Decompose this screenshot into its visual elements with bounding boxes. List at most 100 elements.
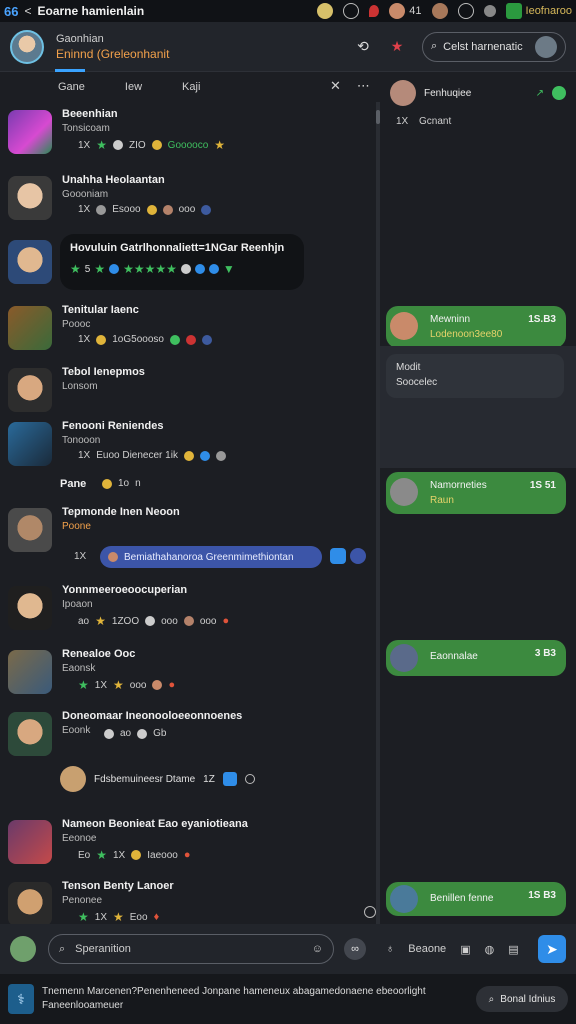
meta-text: ao	[120, 728, 132, 739]
list-item[interactable]: Nameon Beonieat Eao eyaniotieana Eeonoe …	[8, 816, 368, 880]
avatar[interactable]	[10, 936, 36, 962]
avatar[interactable]	[390, 80, 416, 106]
item-meta: 1X ★ ZIO Gooooco ★	[78, 138, 225, 152]
sub-text: Gcnant	[419, 116, 452, 127]
bubble-sub: Lodenoon3ee80	[430, 329, 503, 340]
message-bubble[interactable]: Namorneties 1S 51 Raun	[386, 472, 566, 514]
heart-icon: ♦	[153, 911, 160, 923]
list-item[interactable]: Pane 1o n	[8, 476, 368, 496]
item-name: Renealoe Ooc	[62, 648, 136, 660]
more-icon[interactable]: ⋯	[357, 78, 370, 94]
refresh-icon[interactable]: ⟲	[352, 36, 374, 58]
scroll-indicator[interactable]	[364, 906, 376, 918]
share-icon[interactable]	[330, 548, 346, 564]
badge-icon	[109, 264, 120, 274]
avatar-icon	[108, 552, 118, 562]
badge-icon	[180, 264, 191, 274]
gamepad-icon[interactable]: ◍	[485, 943, 495, 956]
message-bubble[interactable]: Eaonnalae 3 B3	[386, 640, 566, 676]
badge-icon	[145, 616, 156, 626]
item-meta: ★ 1X ★ Eoo ♦	[78, 910, 159, 924]
star-icon: ★	[78, 910, 89, 924]
close-icon[interactable]: ✕	[330, 78, 341, 94]
item-meta: 1o n	[102, 478, 141, 489]
settings-icon[interactable]	[483, 5, 496, 17]
avatar	[390, 644, 418, 672]
reply-card[interactable]: Modit Soocelec	[386, 354, 564, 398]
tab-gane[interactable]: Gane	[55, 69, 85, 93]
send-icon[interactable]	[350, 548, 366, 564]
avatar	[8, 306, 52, 350]
send-button[interactable]: ➤	[538, 935, 566, 963]
list-item[interactable]: Unahha Heolaantan Goooniam 1X Esooo ooo	[8, 172, 368, 236]
meta-text: Eoo	[129, 911, 148, 923]
notification-button[interactable]: ⌕ Bonal Idnius	[476, 986, 568, 1012]
item-meta: 1X Esooo ooo	[78, 204, 212, 215]
meta-text: Eo	[78, 849, 91, 861]
list-item[interactable]: Tenson Benty Lanoer Penonee ★ 1X ★ Eoo ♦	[8, 878, 368, 924]
list-item[interactable]: Doneomaar Ineonooloeeonnoenes Eoonk ao G…	[8, 708, 368, 772]
message-input[interactable]: ⌕ Speranition ☺	[48, 934, 334, 964]
message-bubble[interactable]: Benillen fenne 1S B3	[386, 882, 566, 916]
search-input[interactable]: ⌕ Celst harnenatic	[422, 31, 566, 62]
profile-info: Gaonhian Eninnd (Greleonhanit	[56, 33, 340, 61]
badge-icon	[102, 478, 112, 489]
item-meta: ★ 1X ★ ooo ●	[78, 678, 175, 692]
item-sub: Eoonk	[62, 725, 91, 736]
star-icon: ★	[70, 262, 81, 276]
profile-status: Eninnd (Greleonhanit	[56, 46, 170, 61]
tab-kaji[interactable]: Kaji	[182, 81, 200, 93]
trend-icon[interactable]: ↗	[536, 88, 544, 99]
back-button[interactable]: <	[24, 4, 31, 18]
emoji-icon[interactable]: ☺	[312, 943, 323, 955]
badge-icon	[113, 140, 123, 150]
attach-icon[interactable]: ∞	[344, 938, 366, 960]
avatar	[60, 766, 86, 792]
profile-avatar[interactable]	[10, 29, 44, 64]
item-name: Unahha Heolaantan	[62, 174, 165, 186]
message-pill[interactable]: Bemiathahanoroa Greenmimethiontan	[100, 546, 322, 568]
star-icon: ★	[96, 848, 107, 862]
app-window: 66 < Eoarne hamienlain 41 Ieofnaroo Gaon…	[0, 0, 576, 1024]
badge-icon	[201, 204, 212, 215]
popup-title: Hovuluin Gatrlhonnaliett=1NGar Reenhjn	[70, 242, 285, 254]
green-app-icon[interactable]	[505, 3, 522, 19]
preview-popup[interactable]: Hovuluin Gatrlhonnaliett=1NGar Reenhjn ★…	[60, 234, 304, 290]
item-sub: Lonsom	[62, 381, 98, 392]
badge-icon	[131, 850, 142, 860]
chat-icon[interactable]	[457, 3, 474, 19]
list-item[interactable]: Fenooni Reniendes Tonooon 1X Euoo Dienec…	[8, 418, 368, 482]
notification-text: Tnemenn Marcenen?Penenheneed Jonpane ham…	[42, 985, 476, 1013]
item-name: Pane	[60, 478, 87, 490]
meta-text: Esooo	[112, 204, 141, 215]
pin-icon[interactable]	[369, 5, 380, 17]
list-item[interactable]: Tenitular Iaenc Poooc 1X 1oG5oooso	[8, 302, 368, 366]
list-item[interactable]: Renealoe Ooc Eaonsk ★ 1X ★ ooo ●	[8, 646, 368, 710]
message-bubble[interactable]: Mewninn 1S.B3 Lodenoon3ee80	[386, 306, 566, 348]
meta-text: ao	[78, 615, 90, 627]
avatar	[8, 240, 52, 284]
online-icon	[552, 86, 566, 100]
user-avatar-icon[interactable]	[317, 3, 334, 19]
avatar	[8, 650, 52, 694]
item-name: Fenooni Reniendes	[62, 420, 164, 432]
contact-avatar-icon[interactable]	[389, 3, 406, 19]
circle-icon[interactable]	[343, 3, 360, 19]
image-icon[interactable]: ▣	[460, 943, 470, 956]
star-icon: ★	[96, 138, 107, 152]
sent-row[interactable]: Fdsbemuineesr Dtame 1Z	[60, 766, 255, 792]
mic-icon[interactable]: ♁	[386, 943, 394, 955]
star-icon[interactable]: ★	[386, 36, 408, 58]
star-icon: ★	[78, 678, 89, 692]
badge-icon	[151, 140, 162, 150]
bubble-time: 3 B3	[534, 648, 556, 659]
list-item[interactable]: Yonnmeeroeoocuperian Ipoaon ao ★ 1ZOO oo…	[8, 582, 368, 646]
friend-avatar-icon[interactable]	[431, 3, 448, 19]
list-item[interactable]: Beeenhian Tonsicoam 1X ★ ZIO Gooooco ★	[8, 106, 368, 170]
badge-icon	[104, 728, 114, 739]
compose-tools: ♁ Beaone ▣ ◍ ▤	[386, 943, 519, 956]
chat-sub: 1X Gcnant	[396, 116, 451, 127]
gallery-icon[interactable]: ▤	[508, 943, 518, 956]
badge-icon	[215, 450, 226, 461]
tab-iew[interactable]: Iew	[125, 81, 142, 93]
